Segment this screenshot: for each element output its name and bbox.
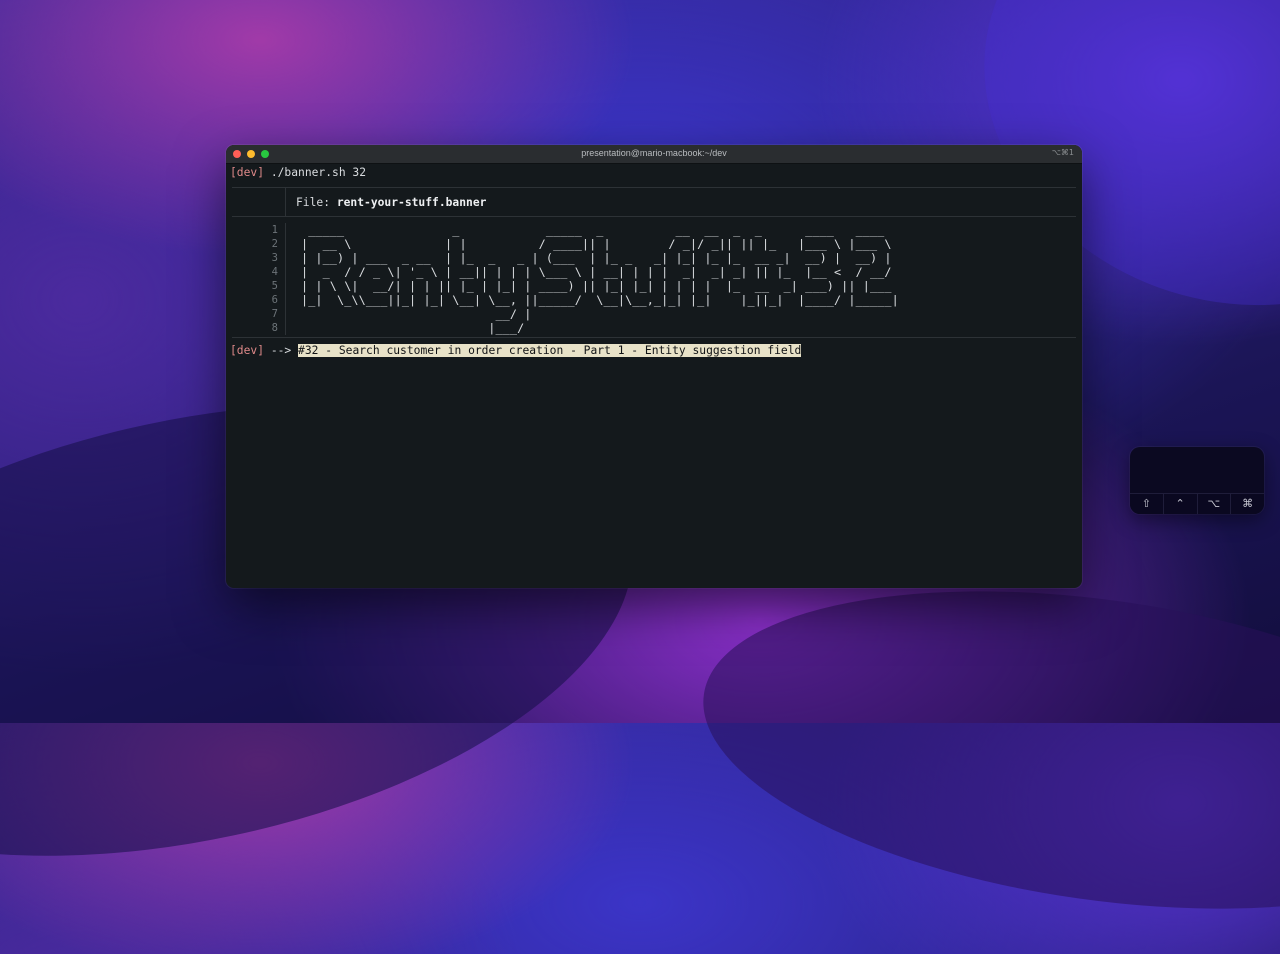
prompt-tag: [dev] [230, 344, 265, 357]
divider [232, 216, 1076, 217]
banner-line: | _ / / _ \| '_ \ | __|| | | | \___ \ | … [301, 265, 892, 279]
line-number: 4 [271, 266, 278, 278]
banner-line: | |__) | ___ _ __ | |_ _ _ | (___ | |_ _… [301, 251, 892, 265]
control-icon: ⌃ [1164, 494, 1198, 514]
line-number: 6 [271, 294, 278, 306]
terminal-window[interactable]: presentation@mario-macbook:~/dev ⌥⌘1 [de… [226, 145, 1082, 588]
command-icon: ⌘ [1242, 497, 1254, 510]
option-icon: ⌥ [1198, 494, 1232, 514]
prompt-tag: [dev] [230, 166, 265, 179]
banner-line: | __ \ | | / ____|| | / _|/ _|| || |_ |_… [301, 237, 892, 251]
command-text: ./banner.sh 32 [264, 166, 367, 179]
terminal-content[interactable]: [dev] ./banner.sh 32 File: rent-your-stu… [226, 166, 1082, 358]
wallpaper-shape [683, 545, 1280, 954]
line-number: 8 [271, 322, 278, 334]
file-label: File: rent-your-stuff.banner [296, 195, 487, 209]
window-title: presentation@mario-macbook:~/dev [581, 148, 727, 158]
selected-result-text[interactable]: #32 - Search customer in order creation … [298, 344, 802, 357]
file-content: 1 2 3 4 5 6 7 8 _____ _ _____ _ __ __ _ … [230, 223, 1078, 335]
banner-line: | | \ \| __/| | | || |_ | |_| | ____) ||… [301, 279, 892, 293]
ascii-banner-text: _____ _ _____ _ __ __ _ _ ____ ____ | __… [301, 223, 899, 335]
window-shortcut: ⌥⌘1 [1051, 148, 1074, 157]
banner-line: |_| \_\\___||_| |_| \__| \__, ||_____/ \… [301, 293, 899, 307]
shift-icon: ⇧ [1130, 494, 1164, 514]
line-number: 3 [271, 252, 278, 264]
divider [232, 337, 1076, 338]
file-name: rent-your-stuff.banner [336, 195, 487, 209]
result-arrow: --> [264, 344, 299, 357]
modifier-keys: ⇧ ⌃ ⌥ ⌘ [1130, 493, 1264, 514]
line-number: 1 [271, 224, 278, 236]
command-line: [dev] ./banner.sh 32 [230, 166, 1078, 180]
ascii-banner: _____ _ _____ _ __ __ _ _ ____ ____ | __… [286, 223, 1078, 335]
line-number: 7 [271, 308, 278, 320]
banner-line: |___/ [301, 321, 525, 335]
banner-line: __/ | [301, 307, 532, 321]
file-header: File: rent-your-stuff.banner [230, 188, 1078, 216]
line-number: 5 [271, 280, 278, 292]
banner-line: _____ _ _____ _ __ __ _ _ ____ ____ [301, 223, 892, 237]
keycastr-panel: ⇧ ⌃ ⌥ ⌘ [1130, 447, 1264, 514]
result-line: [dev] --> #32 - Search customer in order… [230, 344, 1078, 358]
gutter-spacer [230, 188, 286, 216]
window-titlebar[interactable]: presentation@mario-macbook:~/dev ⌥⌘1 [226, 145, 1082, 164]
line-number-gutter: 1 2 3 4 5 6 7 8 [230, 223, 286, 335]
line-number: 2 [271, 238, 278, 250]
